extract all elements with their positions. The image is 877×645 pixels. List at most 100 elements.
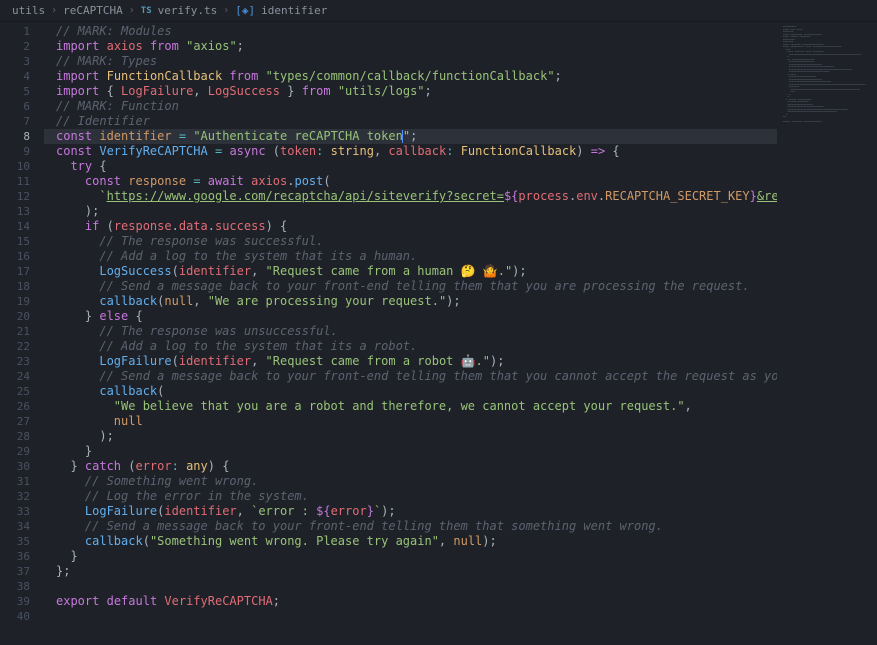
- code-line[interactable]: // Send a message back to your front-end…: [44, 279, 777, 294]
- line-number[interactable]: 26: [0, 399, 44, 414]
- code-line[interactable]: `https://www.google.com/recaptcha/api/si…: [44, 189, 777, 204]
- code-line[interactable]: // Add a log to the system that its a hu…: [44, 249, 777, 264]
- code-line[interactable]: // The response was successful.: [44, 234, 777, 249]
- line-number[interactable]: 12: [0, 189, 44, 204]
- code-token: import: [56, 69, 99, 83]
- code-line[interactable]: LogFailure(identifier, `error : ${error}…: [44, 504, 777, 519]
- code-token: ,: [193, 84, 207, 98]
- code-token: data: [179, 219, 208, 233]
- line-number[interactable]: 14: [0, 219, 44, 234]
- code-line[interactable]: // Add a log to the system that its a ro…: [44, 339, 777, 354]
- line-number[interactable]: 3: [0, 54, 44, 69]
- line-number[interactable]: 33: [0, 504, 44, 519]
- code-line[interactable]: import { LogFailure, LogSuccess } from "…: [44, 84, 777, 99]
- line-number[interactable]: 15: [0, 234, 44, 249]
- line-number[interactable]: 11: [0, 174, 44, 189]
- line-number[interactable]: 20: [0, 309, 44, 324]
- code-line[interactable]: // MARK: Types: [44, 54, 777, 69]
- code-line[interactable]: [44, 609, 777, 624]
- line-number[interactable]: 17: [0, 264, 44, 279]
- code-token: process: [518, 189, 569, 203]
- code-line[interactable]: };: [44, 564, 777, 579]
- line-number[interactable]: 10: [0, 159, 44, 174]
- code-token: [56, 414, 114, 428]
- code-line[interactable]: const VerifyReCAPTCHA = async (token: st…: [44, 144, 777, 159]
- line-number[interactable]: 18: [0, 279, 44, 294]
- line-number[interactable]: 13: [0, 204, 44, 219]
- code-line[interactable]: null: [44, 414, 777, 429]
- code-line[interactable]: import FunctionCallback from "types/comm…: [44, 69, 777, 84]
- line-number[interactable]: 29: [0, 444, 44, 459]
- line-number[interactable]: 35: [0, 534, 44, 549]
- code-line[interactable]: const identifier = "Authenticate reCAPTC…: [44, 129, 777, 144]
- code-line[interactable]: // Log the error in the system.: [44, 489, 777, 504]
- line-number[interactable]: 1: [0, 24, 44, 39]
- line-number[interactable]: 23: [0, 354, 44, 369]
- breadcrumb-symbol[interactable]: identifier: [261, 4, 327, 17]
- breadcrumb-file[interactable]: verify.ts: [158, 4, 218, 17]
- code-editor-area[interactable]: // MARK: Modulesimport axios from "axios…: [44, 22, 777, 645]
- line-number[interactable]: 4: [0, 69, 44, 84]
- line-number[interactable]: 8: [0, 129, 44, 144]
- code-line[interactable]: // MARK: Function: [44, 99, 777, 114]
- editor-main: 1234567891011121314151617181920212223242…: [0, 22, 877, 645]
- code-token: // Add a log to the system that its a hu…: [99, 249, 417, 263]
- line-number[interactable]: 5: [0, 84, 44, 99]
- line-number[interactable]: 22: [0, 339, 44, 354]
- breadcrumb[interactable]: utils › reCAPTCHA › TS verify.ts › [◈] i…: [0, 0, 877, 22]
- code-token: [172, 129, 179, 143]
- line-number-gutter[interactable]: 1234567891011121314151617181920212223242…: [0, 22, 44, 645]
- code-line[interactable]: export default VerifyReCAPTCHA;: [44, 594, 777, 609]
- code-line[interactable]: );: [44, 204, 777, 219]
- line-number[interactable]: 34: [0, 519, 44, 534]
- code-line[interactable]: );: [44, 429, 777, 444]
- line-number[interactable]: 32: [0, 489, 44, 504]
- line-number[interactable]: 2: [0, 39, 44, 54]
- code-line[interactable]: // Identifier: [44, 114, 777, 129]
- code-token: // Send a message back to your front-end…: [85, 519, 663, 533]
- code-line[interactable]: [44, 579, 777, 594]
- code-line[interactable]: callback("Something went wrong. Please t…: [44, 534, 777, 549]
- line-number[interactable]: 24: [0, 369, 44, 384]
- line-number[interactable]: 21: [0, 324, 44, 339]
- code-line[interactable]: // Something went wrong.: [44, 474, 777, 489]
- line-number[interactable]: 16: [0, 249, 44, 264]
- line-number[interactable]: 31: [0, 474, 44, 489]
- code-line[interactable]: import axios from "axios";: [44, 39, 777, 54]
- code-line[interactable]: LogSuccess(identifier, "Request came fro…: [44, 264, 777, 279]
- code-line[interactable]: const response = await axios.post(: [44, 174, 777, 189]
- line-number[interactable]: 36: [0, 549, 44, 564]
- code-line[interactable]: "We believe that you are a robot and the…: [44, 399, 777, 414]
- code-line[interactable]: } else {: [44, 309, 777, 324]
- code-token: [56, 519, 85, 533]
- code-line[interactable]: } catch (error: any) {: [44, 459, 777, 474]
- code-line[interactable]: }: [44, 444, 777, 459]
- code-line[interactable]: callback(null, "We are processing your r…: [44, 294, 777, 309]
- line-number[interactable]: 7: [0, 114, 44, 129]
- code-line[interactable]: // The response was unsuccessful.: [44, 324, 777, 339]
- breadcrumb-seg[interactable]: utils: [12, 4, 45, 17]
- line-number[interactable]: 27: [0, 414, 44, 429]
- line-number[interactable]: 38: [0, 579, 44, 594]
- code-line[interactable]: // MARK: Modules: [44, 24, 777, 39]
- code-line[interactable]: }: [44, 549, 777, 564]
- line-number[interactable]: 9: [0, 144, 44, 159]
- line-number[interactable]: 6: [0, 99, 44, 114]
- line-number[interactable]: 37: [0, 564, 44, 579]
- line-number[interactable]: 39: [0, 594, 44, 609]
- line-number[interactable]: 28: [0, 429, 44, 444]
- code-line[interactable]: LogFailure(identifier, "Request came fro…: [44, 354, 777, 369]
- breadcrumb-seg[interactable]: reCAPTCHA: [63, 4, 123, 17]
- line-number[interactable]: 25: [0, 384, 44, 399]
- code-line[interactable]: // Send a message back to your front-end…: [44, 369, 777, 384]
- line-number[interactable]: 19: [0, 294, 44, 309]
- code-line[interactable]: if (response.data.success) {: [44, 219, 777, 234]
- line-number[interactable]: 40: [0, 609, 44, 624]
- code-line[interactable]: // Send a message back to your front-end…: [44, 519, 777, 534]
- minimap[interactable]: ▬▬▬▬▬▬▬▬▬ ▬▬▬▬ ▬▬▬ ▬▬▬▬ ▬▬▬▬▬▬▬ ▬▬▬▬ ▬▬▬…: [777, 22, 877, 645]
- code-line[interactable]: try {: [44, 159, 777, 174]
- code-token: (: [172, 354, 179, 368]
- code-token: "types/common/callback/functionCallback": [266, 69, 555, 83]
- code-line[interactable]: callback(: [44, 384, 777, 399]
- line-number[interactable]: 30: [0, 459, 44, 474]
